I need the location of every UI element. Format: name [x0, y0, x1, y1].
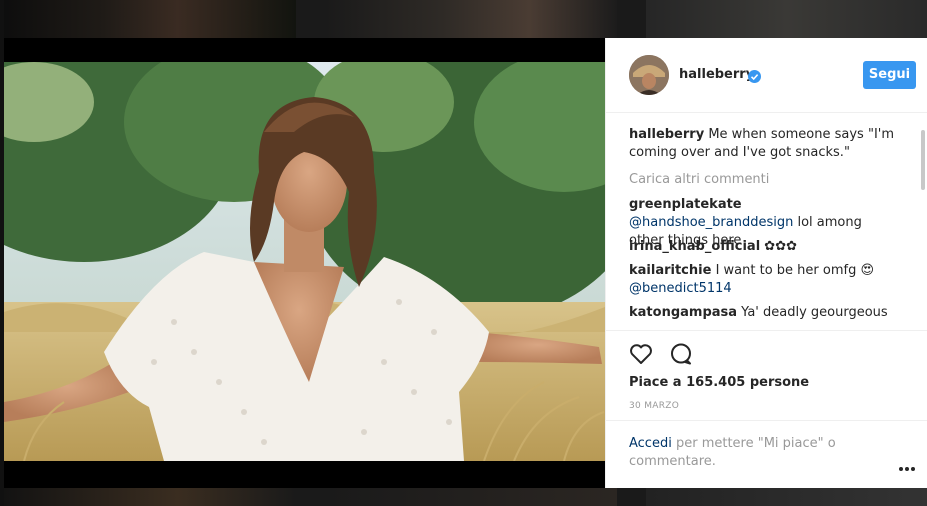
speech-bubble-icon[interactable] — [668, 341, 694, 367]
comment-username[interactable]: irina_khab_official — [629, 239, 760, 254]
login-prompt: Accedi per mettere "Mi piace" o commenta… — [606, 420, 927, 488]
comment-item: irina_khab_official ✿✿✿ — [629, 238, 899, 256]
feed-thumbnail — [0, 0, 296, 38]
comment-text: Ya' deadly geourgeous — [741, 305, 888, 320]
post-author-username[interactable]: halleberry — [679, 67, 754, 82]
comment-text: I want to be her omfg 😍 — [715, 263, 875, 278]
comment-item: katongampasa Ya' deadly geourgeous — [629, 304, 899, 322]
caption: halleberry Me when someone says "I'm com… — [629, 126, 899, 162]
comment-item: kailaritchie I want to be her omfg 😍 @be… — [629, 262, 899, 298]
post-media-frame — [4, 38, 605, 488]
comments-scrollbar[interactable] — [921, 130, 925, 190]
load-more-comments-link[interactable]: Carica altri commenti — [629, 172, 769, 187]
post-date: 30 MARZO — [629, 401, 680, 411]
login-prompt-text: Accedi per mettere "Mi piace" o commenta… — [629, 435, 859, 471]
more-options-icon[interactable] — [897, 457, 917, 471]
verified-badge-icon — [748, 68, 761, 83]
feed-thumbnail — [325, 0, 617, 38]
comment-username[interactable]: kailaritchie — [629, 263, 711, 278]
post-header: halleberry Segui — [606, 38, 927, 113]
feed-thumbnail — [646, 0, 927, 38]
avatar[interactable] — [629, 55, 669, 95]
comment-mention[interactable]: @handshoe_branddesign — [629, 215, 793, 230]
feed-thumbnail — [646, 488, 927, 506]
comment-text: ✿✿✿ — [764, 239, 797, 254]
heart-outline-icon[interactable] — [628, 341, 654, 367]
post-photo[interactable] — [4, 62, 605, 461]
comment-mention[interactable]: @benedict5114 — [629, 281, 732, 296]
comments-list[interactable]: halleberry Me when someone says "I'm com… — [606, 114, 918, 330]
login-link[interactable]: Accedi — [629, 436, 672, 451]
feed-thumbnail — [325, 488, 617, 506]
feed-thumbnail — [0, 488, 296, 506]
caption-username[interactable]: halleberry — [629, 127, 704, 142]
post-side-panel: halleberry Segui halleberry Me when some… — [605, 38, 927, 488]
follow-button[interactable]: Segui — [863, 61, 916, 89]
likes-count[interactable]: Piace a 165.405 persone — [629, 375, 809, 390]
comment-username[interactable]: katongampasa — [629, 305, 737, 320]
comment-username[interactable]: greenplatekate — [629, 197, 742, 212]
